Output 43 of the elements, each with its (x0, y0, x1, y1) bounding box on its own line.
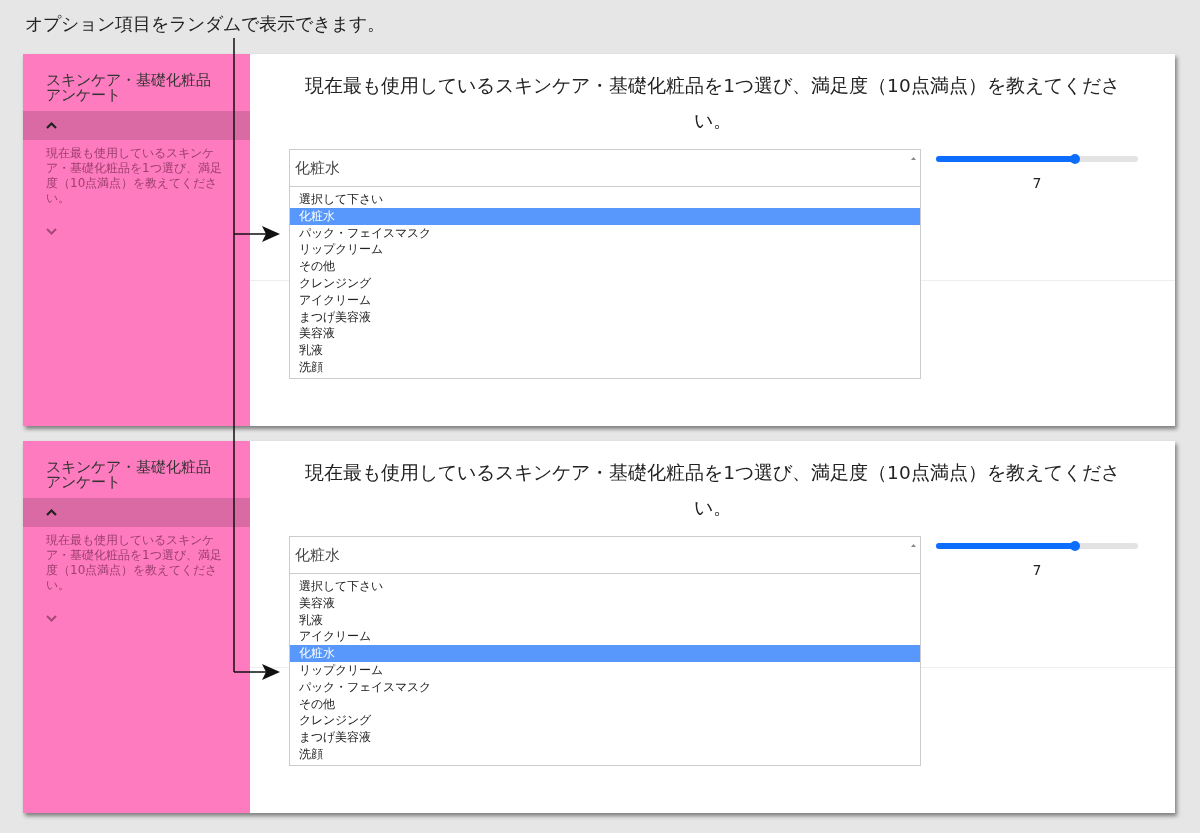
dropdown-select[interactable]: 化粧水 選択して下さい 化粧水 パック・フェイスマスク リップクリーム その他 クレンジング アイクリーム まつげ美容液 美容液 乳液 洗顔 (289, 149, 921, 379)
sidebar-question: 現在最も使用しているスキンケア・基礎化粧品を1つ選び、満足度（10点満点）を教えてください。 (45, 532, 223, 593)
question-text: 現在最も使用しているスキンケア・基礎化粧品を1つ選び、満足度（10点満点）を教えてください。 (304, 461, 1121, 520)
list-option[interactable]: 洗顔 (290, 358, 920, 376)
caption-text: オプション項目をランダムで表示できます。 (25, 13, 385, 34)
chevron-up-icon[interactable] (46, 122, 57, 129)
list-option[interactable]: まつげ美容液 (290, 729, 920, 746)
slider-track[interactable] (936, 156, 1138, 162)
dropdown-arrow-icon[interactable] (911, 157, 916, 160)
list-option[interactable]: 乳液 (290, 611, 920, 629)
list-option[interactable]: 選択して下さい (290, 191, 920, 208)
chevron-down-icon[interactable] (46, 228, 57, 235)
list-option[interactable]: パック・フェイスマスク (290, 224, 920, 242)
dropdown-arrow-icon[interactable] (911, 544, 916, 547)
list-option[interactable]: リップクリーム (290, 241, 920, 259)
slider-thumb[interactable] (1070, 154, 1081, 164)
selected-value: 化粧水 (295, 158, 340, 178)
list-option[interactable]: 選択して下さい (290, 578, 920, 595)
list-option[interactable]: パック・フェイスマスク (290, 678, 920, 696)
survey-title: スキンケア・基礎化粧品アンケート (45, 457, 212, 493)
list-option[interactable]: クレンジング (290, 712, 920, 730)
list-option[interactable]: アイクリーム (290, 291, 920, 309)
list-option[interactable]: リップクリーム (290, 662, 920, 679)
question-text: 現在最も使用しているスキンケア・基礎化粧品を1つ選び、満足度（10点満点）を教えてください。 (304, 74, 1121, 133)
slider-thumb[interactable] (1070, 541, 1081, 551)
chevron-up-icon[interactable] (46, 509, 57, 516)
list-option[interactable]: アイクリーム (290, 628, 920, 646)
selected-value: 化粧水 (295, 545, 340, 565)
list-option[interactable]: その他 (290, 695, 920, 713)
list-option[interactable]: 美容液 (290, 325, 920, 343)
list-option[interactable]: 洗顔 (290, 745, 920, 763)
list-option[interactable]: クレンジング (290, 275, 920, 292)
dropdown-select[interactable]: 化粧水 選択して下さい 美容液 乳液 アイクリーム 化粧水 リップクリーム パック・フェイスマスク その他 クレンジング まつげ美容液 洗顔 (289, 536, 921, 766)
slider-value: 7 (1032, 175, 1042, 191)
list-option[interactable]: 美容液 (290, 594, 920, 612)
slider-value: 7 (1032, 562, 1042, 578)
list-option[interactable]: まつげ美容液 (290, 308, 920, 326)
list-option[interactable]: 乳液 (290, 342, 920, 359)
survey-title: スキンケア・基礎化粧品アンケート (45, 70, 212, 106)
slider-track[interactable] (936, 543, 1138, 549)
sidebar-question: 現在最も使用しているスキンケア・基礎化粧品を1つ選び、満足度（10点満点）を教えてください。 (45, 145, 223, 206)
chevron-down-icon[interactable] (46, 615, 57, 622)
list-option[interactable]: その他 (290, 258, 920, 275)
